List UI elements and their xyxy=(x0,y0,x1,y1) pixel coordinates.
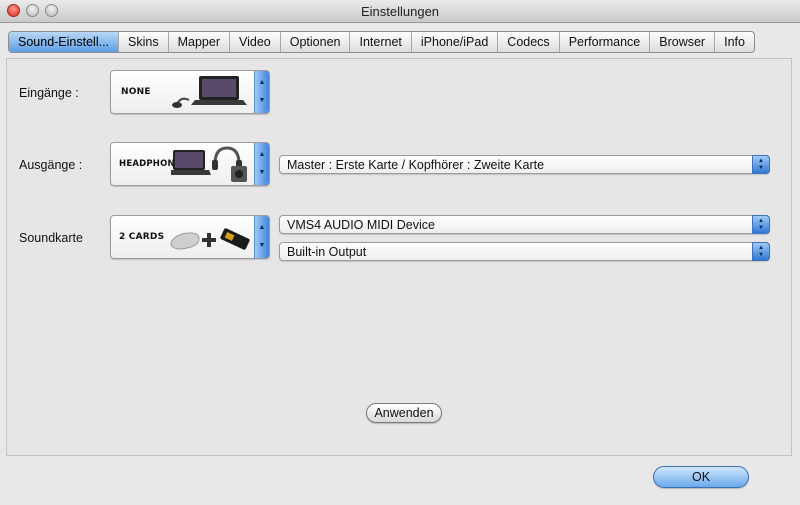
inputs-label: Eingänge : xyxy=(19,86,79,100)
soundcard-preset-text: 2 CARDS xyxy=(119,232,165,242)
soundcard-output-value: Built-in Output xyxy=(287,245,367,259)
soundcard-output-select[interactable]: Built-in Output ▲ ▼ xyxy=(279,242,770,261)
laptop-dj-controller-icon xyxy=(172,76,247,108)
inputs-preset-stepper[interactable]: ▲ ▼ xyxy=(254,71,269,113)
ok-button[interactable]: OK xyxy=(653,466,749,488)
tab-sound-settings[interactable]: Sound-Einstell... xyxy=(9,32,119,52)
stepper-up-icon: ▲ xyxy=(258,224,266,231)
tab-performance[interactable]: Performance xyxy=(558,32,650,52)
popup-arrows-icon: ▲ ▼ xyxy=(752,242,770,261)
tab-optionen[interactable]: Optionen xyxy=(279,32,350,52)
stepper-down-icon: ▼ xyxy=(258,242,266,249)
popup-arrows-icon: ▲ ▼ xyxy=(752,155,770,174)
popup-arrows-icon: ▲ ▼ xyxy=(752,215,770,234)
output-routing-select[interactable]: Master : Erste Karte / Kopfhörer : Zweit… xyxy=(279,155,770,174)
inputs-preset-picker[interactable]: NONE ▲ ▼ xyxy=(110,70,270,114)
window-titlebar: Einstellungen xyxy=(0,0,800,23)
settings-tab-bar: Sound-Einstell... Skins Mapper Video Opt… xyxy=(8,31,755,53)
inputs-preset-text: NONE xyxy=(121,87,151,97)
stepper-down-icon: ▼ xyxy=(258,97,266,104)
two-soundcards-icon xyxy=(170,228,250,250)
tab-mapper[interactable]: Mapper xyxy=(167,32,229,52)
outputs-label: Ausgänge : xyxy=(19,158,83,172)
tab-browser[interactable]: Browser xyxy=(649,32,714,52)
tab-iphone-ipad[interactable]: iPhone/iPad xyxy=(410,32,497,52)
apply-button[interactable]: Anwenden xyxy=(366,403,442,423)
soundcard-preset-stepper[interactable]: ▲ ▼ xyxy=(254,216,269,258)
stepper-up-icon: ▲ xyxy=(258,79,266,86)
outputs-preset-picker[interactable]: HEADPHONES ▲ ▼ xyxy=(110,142,270,186)
window-title: Einstellungen xyxy=(360,4,440,19)
laptop-headphones-speaker-icon xyxy=(171,146,247,182)
soundcard-device-value: VMS4 AUDIO MIDI Device xyxy=(287,218,435,232)
tab-internet[interactable]: Internet xyxy=(349,32,410,52)
output-routing-value: Master : Erste Karte / Kopfhörer : Zweit… xyxy=(287,158,545,172)
tab-video[interactable]: Video xyxy=(229,32,280,52)
soundcard-device-select[interactable]: VMS4 AUDIO MIDI Device ▲ ▼ xyxy=(279,215,770,234)
tab-skins[interactable]: Skins xyxy=(118,32,168,52)
stepper-down-icon: ▼ xyxy=(258,169,266,176)
tab-info[interactable]: Info xyxy=(714,32,754,52)
soundcard-label: Soundkarte xyxy=(19,231,83,245)
tab-codecs[interactable]: Codecs xyxy=(497,32,558,52)
soundcard-preset-picker[interactable]: 2 CARDS ▲ ▼ xyxy=(110,215,270,259)
outputs-preset-stepper[interactable]: ▲ ▼ xyxy=(254,143,269,185)
stepper-up-icon: ▲ xyxy=(258,151,266,158)
